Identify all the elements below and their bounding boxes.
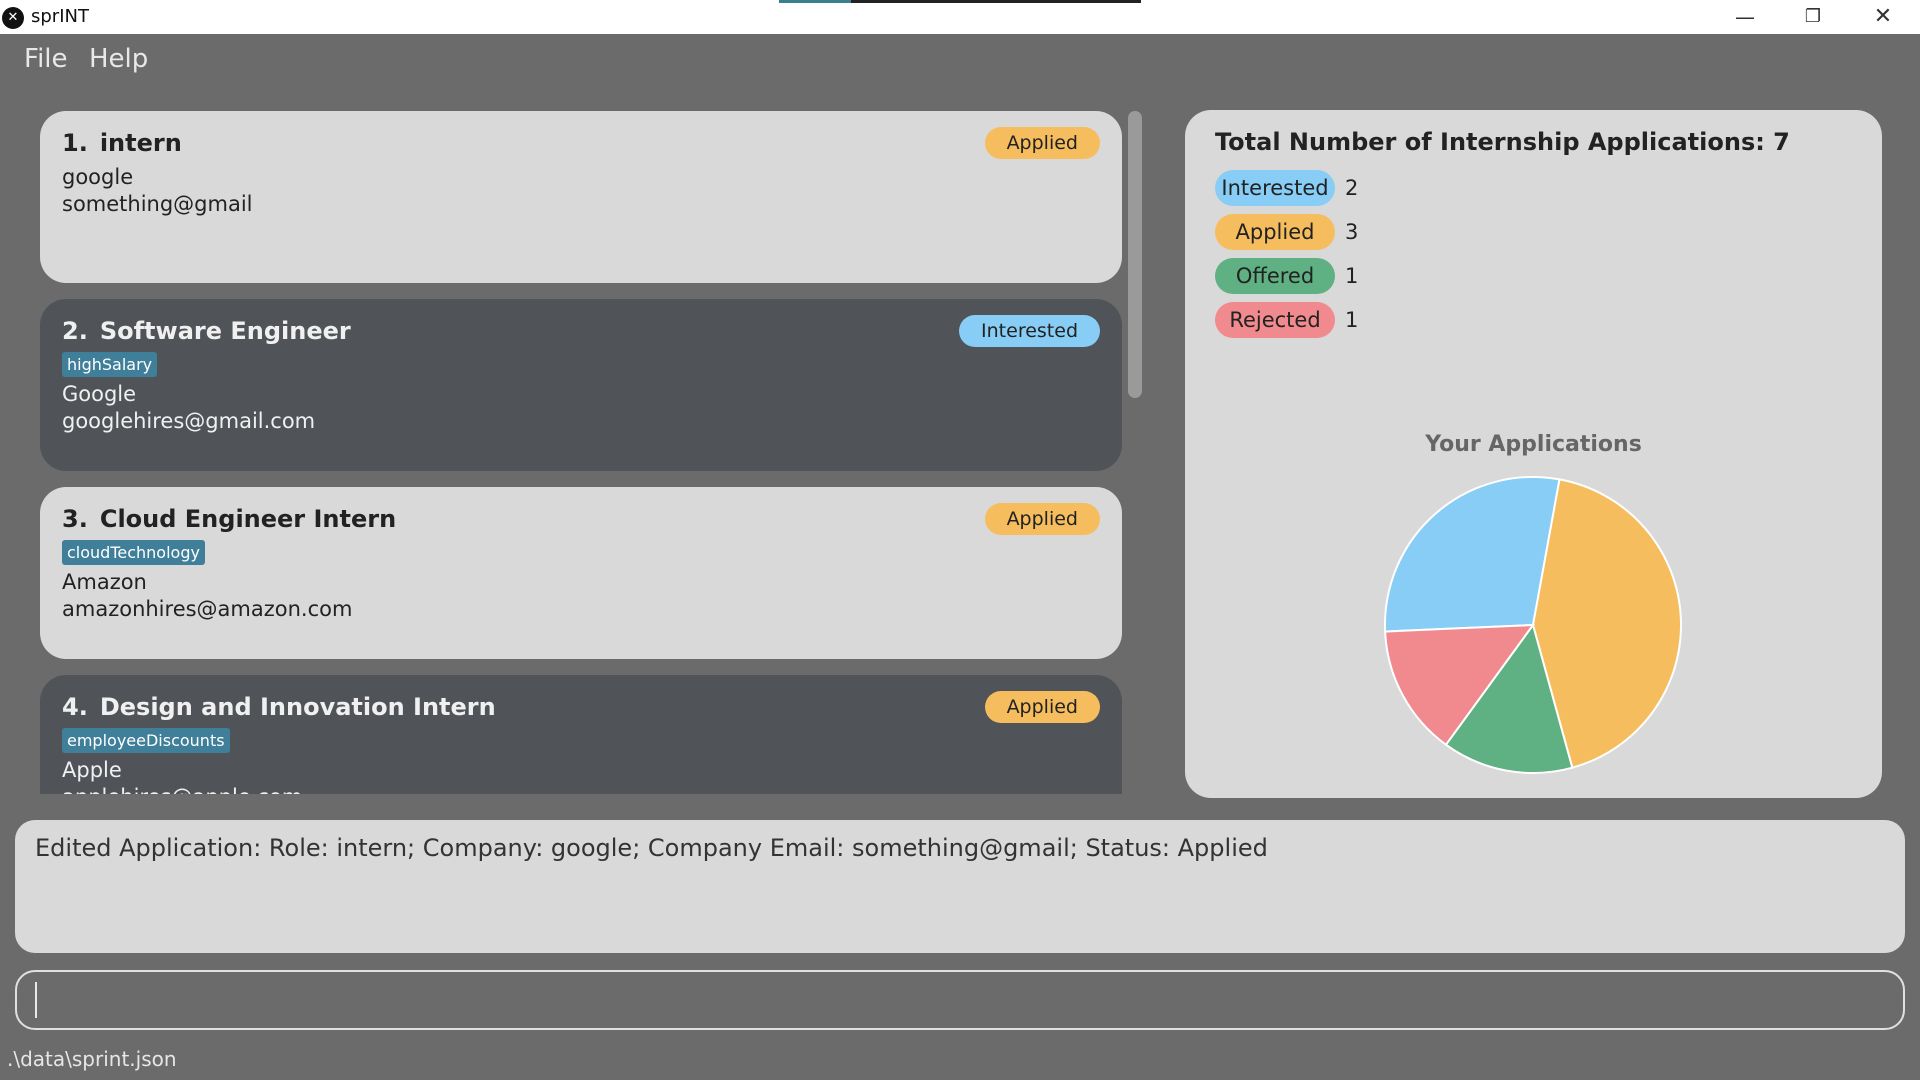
- legend-pill: Interested: [1215, 170, 1335, 206]
- close-button[interactable]: ✕: [1848, 0, 1918, 34]
- card-company: Amazon: [62, 570, 147, 594]
- legend-row-applied: Applied 3: [1215, 214, 1358, 250]
- card-tag: employeeDiscounts: [62, 728, 230, 753]
- card-index: 4.: [62, 693, 88, 721]
- application-card[interactable]: 4. Design and Innovation Intern Applied e…: [40, 675, 1122, 794]
- legend-count: 1: [1345, 264, 1359, 288]
- minimize-button[interactable]: —: [1710, 0, 1780, 34]
- application-card[interactable]: 3. Cloud Engineer Intern Applied cloudTec…: [40, 487, 1122, 659]
- card-title: 3. Cloud Engineer Intern: [62, 505, 396, 533]
- application-card[interactable]: 1. intern Applied google something@gmail: [40, 111, 1122, 283]
- card-role: Design and Innovation Intern: [99, 693, 496, 721]
- legend-row-rejected: Rejected 1: [1215, 302, 1358, 338]
- pie-slice-interested: [1384, 476, 1561, 633]
- menu-help[interactable]: Help: [89, 44, 148, 74]
- legend-pill: Applied: [1215, 214, 1335, 250]
- result-text: Edited Application: Role: intern; Compan…: [35, 834, 1268, 862]
- loading-progress-fill: [779, 0, 852, 3]
- card-company: Google: [62, 382, 137, 406]
- card-email: something@gmail: [62, 192, 253, 216]
- app-logo-icon: ✕: [2, 7, 24, 29]
- text-caret: [35, 982, 37, 1018]
- application-card[interactable]: 2. Software Engineer Interested highSalar…: [40, 299, 1122, 471]
- legend-count: 1: [1345, 308, 1359, 332]
- status-badge: Applied: [984, 127, 1100, 159]
- result-display: Edited Application: Role: intern; Compan…: [15, 820, 1905, 953]
- card-tag: highSalary: [62, 352, 158, 377]
- card-company: Apple: [62, 758, 122, 782]
- legend-pill: Offered: [1215, 258, 1335, 294]
- applications-pie-chart: [1384, 476, 1682, 774]
- storage-file-path: .\data\sprint.json: [7, 1047, 177, 1071]
- legend-count: 3: [1345, 220, 1359, 244]
- window-title: sprINT: [31, 6, 89, 27]
- legend-row-offered: Offered 1: [1215, 258, 1358, 294]
- card-title: 2. Software Engineer: [62, 317, 351, 345]
- status-badge: Applied: [984, 691, 1100, 723]
- card-role: Cloud Engineer Intern: [99, 505, 397, 533]
- menu-file[interactable]: File: [24, 44, 68, 74]
- list-scrollbar[interactable]: [1128, 111, 1142, 398]
- card-index: 1.: [62, 129, 88, 157]
- card-role: intern: [99, 129, 182, 157]
- card-company: google: [62, 165, 134, 189]
- legend-row-interested: Interested 2: [1215, 170, 1358, 206]
- card-email: applehires@apple.com: [62, 785, 302, 794]
- total-applications-title: Total Number of Internship Applications:…: [1215, 128, 1790, 156]
- command-input[interactable]: [15, 970, 1905, 1030]
- title-bar: ✕ sprINT — ❐ ✕: [0, 0, 1920, 34]
- card-email: amazonhires@amazon.com: [62, 597, 353, 621]
- legend-count: 2: [1345, 176, 1359, 200]
- card-index: 3.: [62, 505, 88, 533]
- status-badge: Interested: [959, 315, 1100, 347]
- application-list[interactable]: 1. intern Applied google something@gmail …: [40, 111, 1122, 794]
- statistics-panel: Total Number of Internship Applications:…: [1185, 110, 1882, 798]
- loading-progress-bar: [779, 0, 1141, 3]
- legend-pill: Rejected: [1215, 302, 1335, 338]
- menu-bar: File Help: [0, 34, 1920, 86]
- maximize-button[interactable]: ❐: [1778, 0, 1848, 34]
- card-title: 1. intern: [62, 129, 182, 157]
- card-index: 2.: [62, 317, 88, 345]
- status-badge: Applied: [984, 503, 1100, 535]
- status-bar: .\data\sprint.json: [0, 1040, 1920, 1080]
- card-tag: cloudTechnology: [62, 540, 205, 565]
- card-title: 4. Design and Innovation Intern: [62, 693, 496, 721]
- chart-title: Your Applications: [1425, 432, 1642, 457]
- card-role: Software Engineer: [99, 317, 351, 345]
- card-email: googlehires@gmail.com: [62, 409, 316, 433]
